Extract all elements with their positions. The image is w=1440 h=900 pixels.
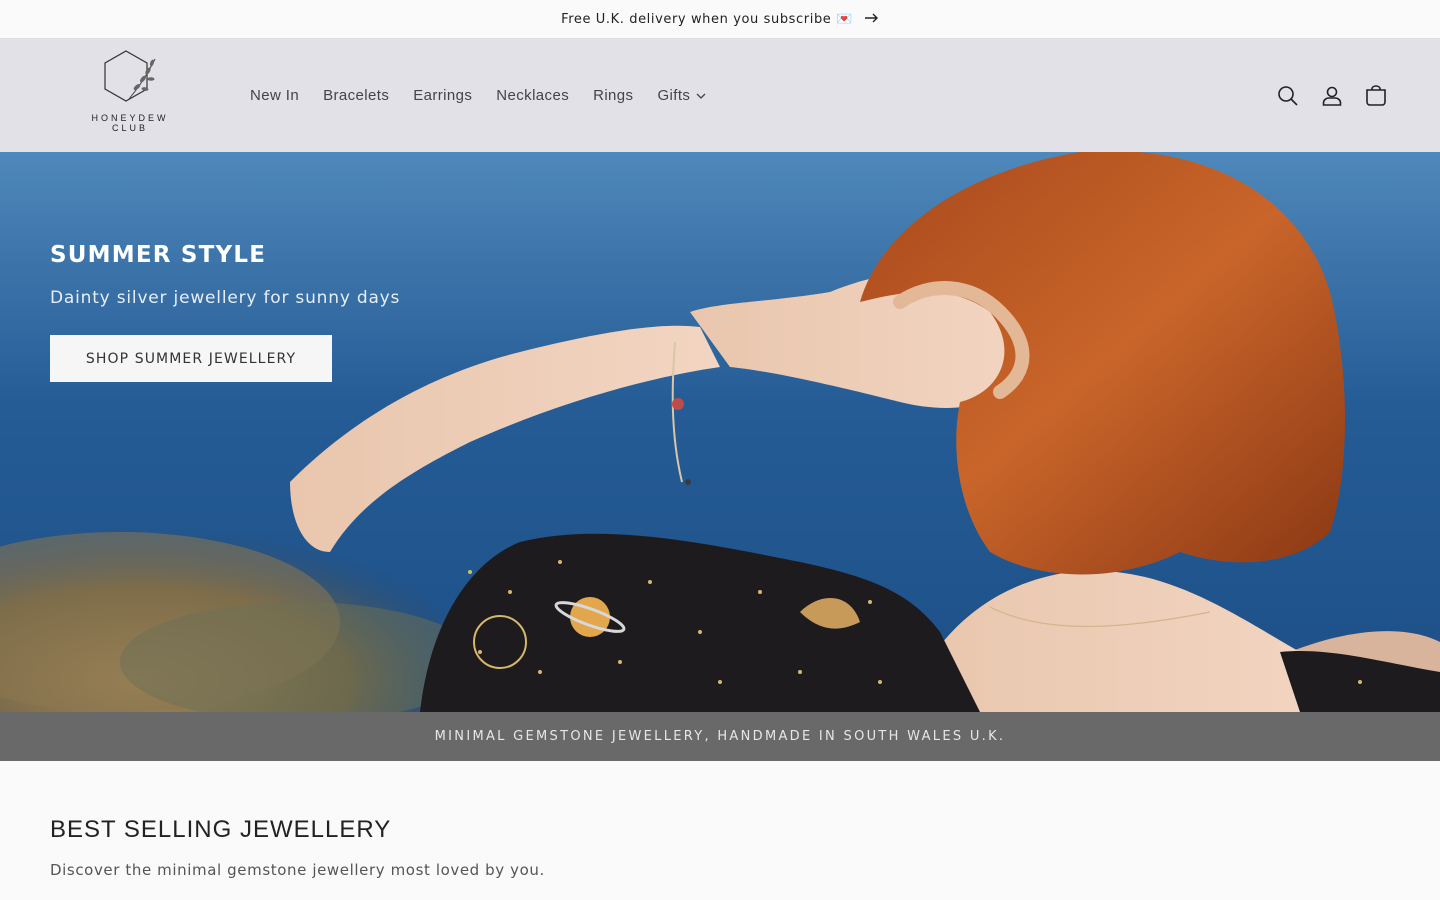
- chevron-down-icon: [696, 93, 706, 99]
- cart-icon[interactable]: [1364, 84, 1388, 108]
- best-sellers-section: BEST SELLING JEWELLERY Discover the mini…: [0, 761, 1440, 879]
- nav-earrings[interactable]: Earrings: [401, 87, 484, 104]
- logo[interactable]: HONEYDEW CLUB: [82, 49, 178, 141]
- tagline-text: MINIMAL GEMSTONE JEWELLERY, HANDMADE IN …: [434, 729, 1006, 744]
- tagline-strip: MINIMAL GEMSTONE JEWELLERY, HANDMADE IN …: [0, 712, 1440, 761]
- search-icon[interactable]: [1276, 84, 1300, 108]
- header-icons: [1276, 39, 1388, 152]
- hero-copy: SUMMER STYLE Dainty silver jewellery for…: [50, 242, 400, 382]
- shop-summer-button[interactable]: SHOP SUMMER JEWELLERY: [50, 335, 332, 382]
- best-sellers-title: BEST SELLING JEWELLERY: [50, 816, 392, 843]
- nav-bracelets[interactable]: Bracelets: [311, 87, 401, 104]
- announcement-text[interactable]: Free U.K. delivery when you subscribe 💌: [561, 12, 853, 27]
- logo-hexagon-icon: [104, 50, 156, 102]
- nav-rings[interactable]: Rings: [581, 87, 645, 104]
- hero-image: [0, 152, 1440, 712]
- hero-banner: SUMMER STYLE Dainty silver jewellery for…: [0, 152, 1440, 712]
- logo-text-line1: HONEYDEW: [91, 113, 169, 123]
- hero-subtitle: Dainty silver jewellery for sunny days: [50, 288, 401, 308]
- nav-new-in[interactable]: New In: [238, 87, 311, 104]
- main-nav: New In Bracelets Earrings Necklaces Ring…: [238, 39, 718, 152]
- logo-text-line2: CLUB: [111, 123, 148, 133]
- announcement-bar[interactable]: Free U.K. delivery when you subscribe 💌: [0, 0, 1440, 39]
- nav-necklaces[interactable]: Necklaces: [484, 87, 581, 104]
- best-sellers-description: Discover the minimal gemstone jewellery …: [50, 861, 545, 879]
- hero-title: SUMMER STYLE: [50, 242, 267, 268]
- account-icon[interactable]: [1320, 84, 1344, 108]
- nav-gifts[interactable]: Gifts: [645, 87, 718, 104]
- arrow-right-icon[interactable]: [864, 11, 879, 27]
- site-header: HONEYDEW CLUB New In Bracelets Earrings …: [0, 39, 1440, 152]
